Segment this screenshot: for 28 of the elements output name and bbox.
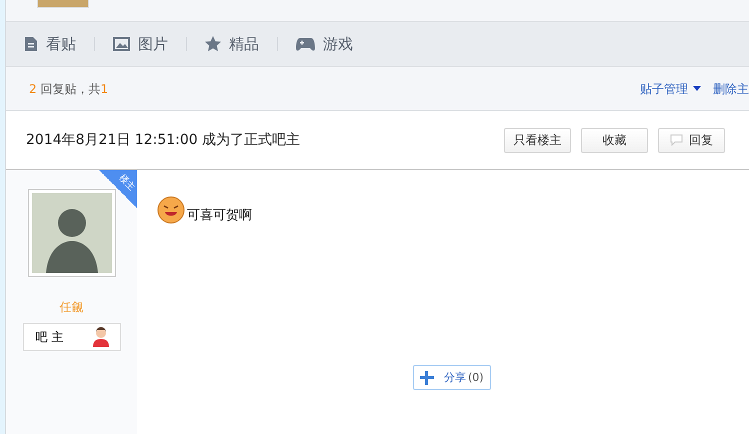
document-icon xyxy=(24,36,38,52)
reply-label: 回复贴，共 xyxy=(40,82,100,96)
nav-tab[interactable]: 游戏 xyxy=(296,34,353,54)
speech-bubble-icon xyxy=(670,134,683,146)
reply-count: 2 xyxy=(29,82,37,96)
thumbnail-image[interactable] xyxy=(37,0,89,8)
manage-link[interactable]: 删除主 xyxy=(713,81,749,110)
post-title: 2014年8月21日 12:51:00 成为了正式吧主 xyxy=(26,131,300,149)
user-icon xyxy=(92,327,110,347)
gamepad-icon xyxy=(296,38,315,50)
header-button[interactable]: 只看楼主 xyxy=(504,128,571,152)
image-icon xyxy=(113,37,130,51)
caret-icon xyxy=(693,86,701,91)
nav-tab[interactable]: 精品 xyxy=(205,34,259,54)
role-label: 吧 主 xyxy=(36,328,64,346)
corner-ribbon: 楼主 xyxy=(99,170,137,208)
plus-icon xyxy=(420,370,434,384)
avatar-placeholder[interactable] xyxy=(28,189,116,277)
manage-link[interactable]: 贴子管理 xyxy=(640,81,701,110)
nav-tab[interactable]: 看贴 xyxy=(24,34,76,54)
header-button[interactable]: 收藏 xyxy=(581,128,648,152)
share-button[interactable]: 分享 (0) xyxy=(413,365,491,390)
header-button[interactable]: 回复 xyxy=(658,128,725,152)
laughing-emoji-icon xyxy=(157,196,185,224)
star-icon xyxy=(205,36,221,52)
nav-tab[interactable]: 图片 xyxy=(113,34,168,54)
page-count: 1 xyxy=(100,82,108,96)
post-text: 可喜可贺啊 xyxy=(187,207,252,224)
